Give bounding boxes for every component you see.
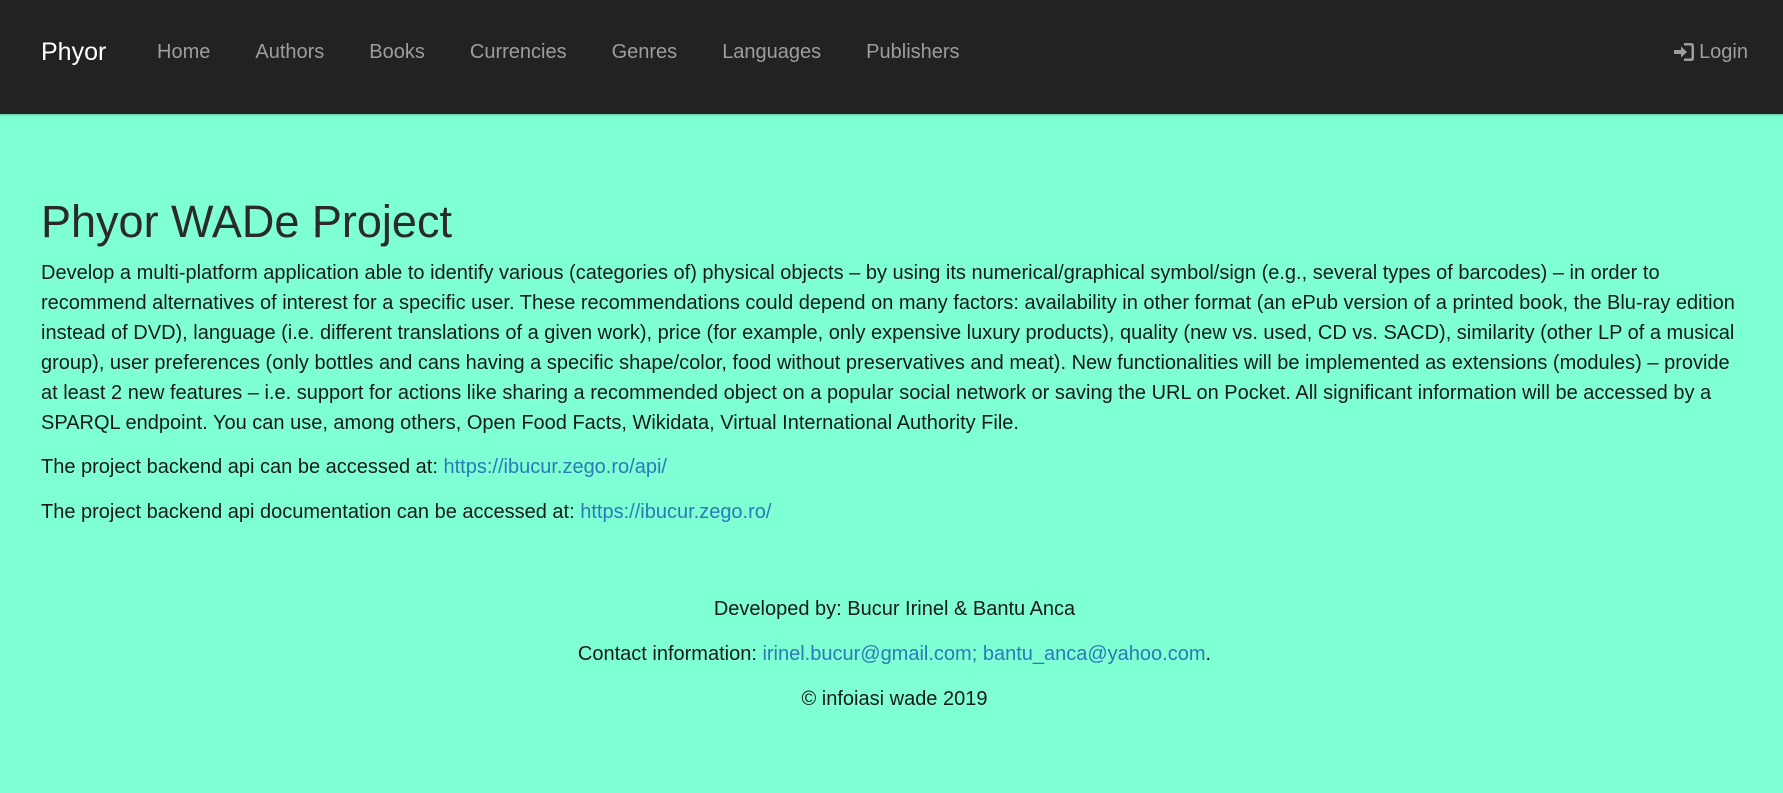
api-paragraph: The project backend api can be accessed … bbox=[41, 452, 1751, 482]
contact-info: Contact information: irinel.bucur@gmail.… bbox=[0, 639, 1783, 669]
email-link-2[interactable]: bantu_anca@yahoo.com bbox=[983, 643, 1206, 665]
contact-period: . bbox=[1205, 643, 1212, 665]
api-text: The project backend api can be accessed … bbox=[41, 456, 444, 478]
footer: Developed by: Bucur Irinel & Bantu Anca … bbox=[0, 594, 1783, 729]
nav-item-publishers[interactable]: Publishers bbox=[866, 39, 959, 65]
login-link[interactable]: Login bbox=[1672, 39, 1748, 65]
email-separator: ; bbox=[971, 643, 978, 665]
contact-text: Contact information: bbox=[577, 643, 763, 665]
sign-in-icon bbox=[1672, 41, 1696, 63]
nav-item-languages[interactable]: Languages bbox=[722, 39, 821, 65]
top-navbar: Phyor Home Authors Books Currencies Genr… bbox=[0, 0, 1783, 114]
copyright: © infoiasi wade 2019 bbox=[801, 688, 988, 710]
nav-item-currencies[interactable]: Currencies bbox=[470, 39, 567, 65]
nav-item-books[interactable]: Books bbox=[369, 39, 425, 65]
main-content: Phyor WADe Project Develop a multi-platf… bbox=[41, 196, 1751, 527]
docs-text: The project backend api documentation ca… bbox=[41, 501, 581, 523]
developed-by: Developed by: Bucur Irinel & Bantu Anca bbox=[713, 598, 1076, 620]
api-link[interactable]: https://ibucur.zego.ro/api/ bbox=[443, 456, 666, 478]
login-label: Login bbox=[1699, 41, 1748, 63]
nav-item-home[interactable]: Home bbox=[157, 39, 210, 65]
email-link-1[interactable]: irinel.bucur@gmail.com bbox=[762, 643, 971, 665]
nav-item-authors[interactable]: Authors bbox=[255, 39, 324, 65]
brand-link[interactable]: Phyor bbox=[41, 36, 106, 68]
nav-links: Home Authors Books Currencies Genres Lan… bbox=[157, 39, 1005, 65]
project-description: Develop a multi-platform application abl… bbox=[41, 262, 1735, 434]
page-title: Phyor WADe Project bbox=[41, 196, 452, 247]
nav-item-genres[interactable]: Genres bbox=[612, 39, 678, 65]
docs-paragraph: The project backend api documentation ca… bbox=[41, 497, 1751, 527]
docs-link[interactable]: https://ibucur.zego.ro/ bbox=[580, 501, 771, 523]
